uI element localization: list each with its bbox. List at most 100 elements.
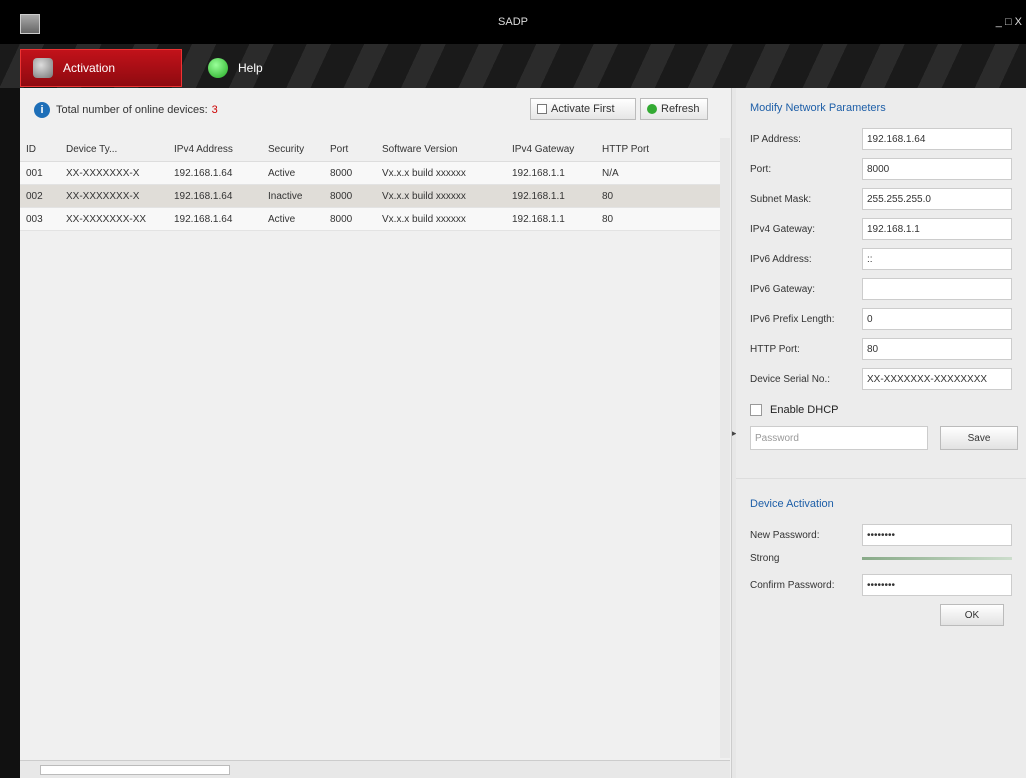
port-field: Port: 8000 [750,158,1012,180]
column-header[interactable]: Software Version [376,144,506,155]
enable-dhcp-row[interactable]: Enable DHCP [750,400,838,420]
enable-dhcp-checkbox[interactable] [750,404,762,416]
refresh-icon [647,104,657,114]
cell-http-port: 80 [602,213,614,225]
ipv6-prefix-input[interactable]: 0 [862,308,1012,330]
refresh-button[interactable]: Refresh [640,98,708,120]
window-controls[interactable]: _ □ X [996,16,1022,28]
cell-ipv4: 192.168.1.64 [174,213,233,225]
tab-help[interactable]: Help [196,49,276,87]
device-table: ID Device Ty... IPv4 Address Security Po… [20,138,720,231]
main-window: i Total number of online devices: 3 Acti… [20,88,1026,778]
save-button[interactable]: Save [940,426,1018,450]
device-count-info: i Total number of online devices: 3 [34,100,218,120]
field-label: Subnet Mask: [750,193,812,205]
table-row[interactable]: 003 XX-XXXXXXX-XX 192.168.1.64 Active 80… [20,208,720,231]
ip-address-input[interactable]: 192.168.1.64 [862,128,1012,150]
field-label: IPv4 Gateway: [750,223,816,235]
subnet-mask-input[interactable]: 255.255.255.0 [862,188,1012,210]
column-header[interactable]: IPv4 Gateway [506,144,596,155]
modify-network-title: Modify Network Parameters [750,102,886,114]
http-port-field: HTTP Port: 80 [750,338,1012,360]
subnet-mask-field: Subnet Mask: 255.255.255.0 [750,188,1012,210]
title-bar: SADP _ □ X [0,0,1026,44]
field-label: HTTP Port: [750,343,800,355]
cell-id: 002 [26,190,43,202]
new-password-field: New Password: •••••••• [750,524,1012,546]
cell-security: Inactive [268,190,303,202]
field-label: Device Serial No.: [750,373,831,385]
cell-software: Vx.x.x build xxxxxx [382,190,466,202]
ipv6-prefix-field: IPv6 Prefix Length: 0 [750,308,1012,330]
column-header[interactable]: Security [262,144,324,155]
table-row-selected[interactable]: 002 XX-XXXXXXX-X 192.168.1.64 Inactive 8… [20,185,720,208]
horizontal-scrollbar[interactable] [20,760,730,778]
ipv4-gateway-field: IPv4 Gateway: 192.168.1.1 [750,218,1012,240]
cell-id: 001 [26,167,43,179]
settings-panel: Modify Network Parameters IP Address: 19… [736,88,1026,778]
refresh-label: Refresh [661,103,700,115]
ipv6-gateway-input[interactable] [862,278,1012,300]
field-label: IPv6 Address: [750,253,812,265]
ok-button[interactable]: OK [940,604,1004,626]
port-input[interactable]: 8000 [862,158,1012,180]
http-port-input[interactable]: 80 [862,338,1012,360]
device-list-panel: i Total number of online devices: 3 Acti… [20,88,732,778]
cell-id: 003 [26,213,43,225]
cell-device-type: XX-XXXXXXX-X [66,190,140,202]
activation-icon [33,58,53,78]
section-divider [736,478,1026,479]
column-header[interactable]: ID [20,144,60,155]
export-icon [537,104,547,114]
cell-gateway: 192.168.1.1 [512,167,565,179]
cell-gateway: 192.168.1.1 [512,190,565,202]
scrollbar-thumb[interactable] [40,765,230,775]
field-label: IPv6 Prefix Length: [750,313,835,325]
info-text: Total number of online devices: [56,104,208,116]
serial-no-input: XX-XXXXXXX-XXXXXXXX [862,368,1012,390]
ipv6-address-field: IPv6 Address: :: [750,248,1012,270]
ipv6-address-input[interactable]: :: [862,248,1012,270]
cell-port: 8000 [330,167,353,179]
strength-label: Strong [750,552,780,564]
cell-device-type: XX-XXXXXXX-XX [66,213,147,225]
column-header[interactable]: Port [324,144,376,155]
password-strength: Strong [750,550,1020,566]
cell-port: 8000 [330,213,353,225]
column-header[interactable]: HTTP Port [596,144,676,155]
vertical-scrollbar[interactable] [720,138,730,758]
confirm-password-input[interactable]: •••••••• [862,574,1012,596]
confirm-password-field: Confirm Password: •••••••• [750,574,1012,596]
ip-address-field: IP Address: 192.168.1.64 [750,128,1012,150]
info-icon: i [34,102,50,118]
cell-security: Active [268,167,296,179]
admin-password-input[interactable]: Password [750,426,928,450]
tab-help-label: Help [238,61,263,75]
cell-gateway: 192.168.1.1 [512,213,565,225]
field-label: IPv6 Gateway: [750,283,816,295]
cell-software: Vx.x.x build xxxxxx [382,167,466,179]
tab-activation-label: Activation [63,61,116,75]
activate-first-button[interactable]: Activate First [530,98,636,120]
field-label: New Password: [750,529,820,541]
field-label: Port: [750,163,772,175]
column-header[interactable]: IPv4 Address [168,144,262,155]
ipv4-gateway-input[interactable]: 192.168.1.1 [862,218,1012,240]
cell-ipv4: 192.168.1.64 [174,190,233,202]
table-header: ID Device Ty... IPv4 Address Security Po… [20,138,720,162]
activate-first-label: Activate First [551,103,615,115]
field-label: IP Address: [750,133,801,145]
window-title: SADP [498,16,528,28]
cell-software: Vx.x.x build xxxxxx [382,213,466,225]
tab-activation[interactable]: Activation [20,49,182,87]
tab-bar: Activation Help [0,44,1026,88]
new-password-input[interactable]: •••••••• [862,524,1012,546]
cell-http-port: N/A [602,167,619,179]
table-row[interactable]: 001 XX-XXXXXXX-X 192.168.1.64 Active 800… [20,162,720,185]
online-device-count: 3 [211,104,218,116]
serial-no-field: Device Serial No.: XX-XXXXXXX-XXXXXXXX [750,368,1012,390]
cell-device-type: XX-XXXXXXX-X [66,167,140,179]
column-header[interactable]: Device Ty... [60,144,168,155]
help-icon [208,58,228,78]
cell-security: Active [268,213,296,225]
